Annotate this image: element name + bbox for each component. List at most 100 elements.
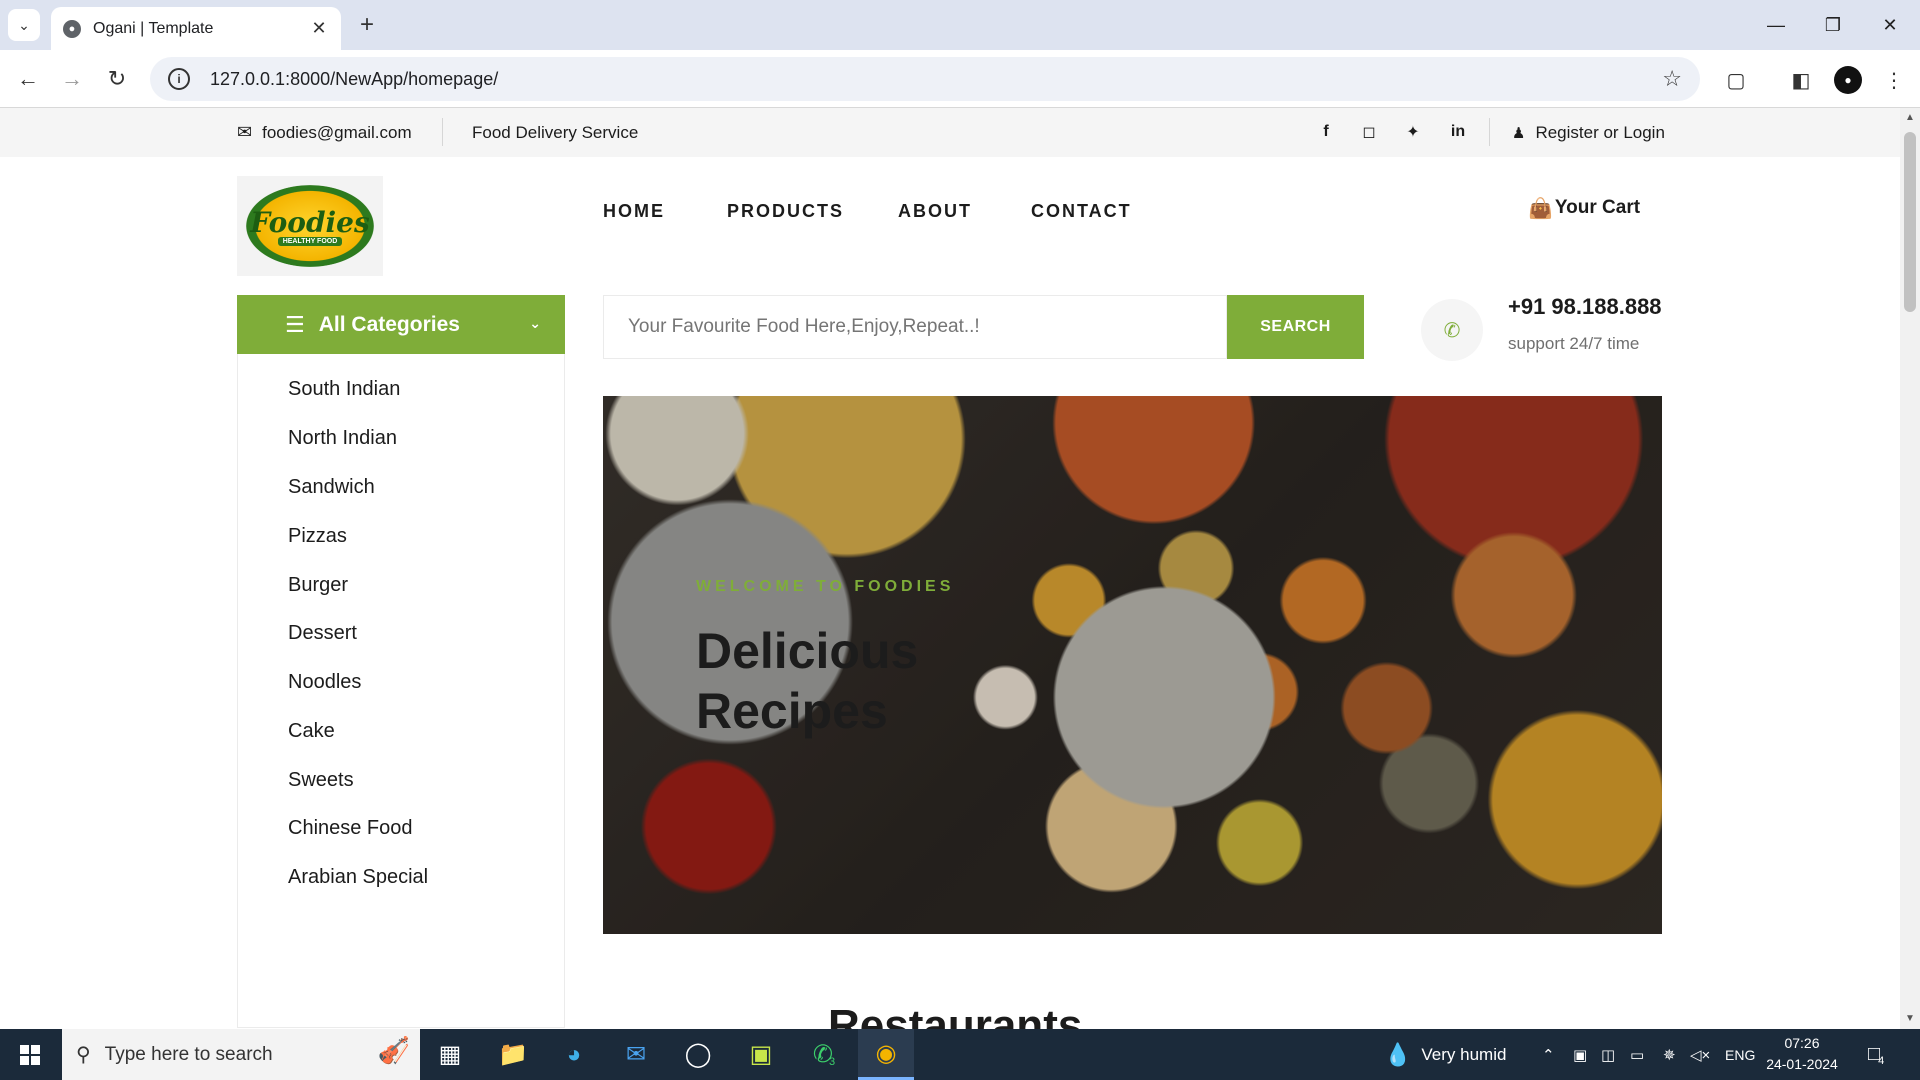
twitter-icon[interactable]: ✦ xyxy=(1401,120,1425,144)
nav-contact[interactable]: CONTACT xyxy=(1031,196,1132,226)
chrome-icon[interactable]: ◉ xyxy=(858,1029,914,1080)
clock[interactable]: 07:26 24-01-2024 xyxy=(1760,1033,1844,1075)
all-categories-label: All Categories xyxy=(318,312,460,336)
scroll-up-arrow-icon[interactable]: ▲ xyxy=(1904,112,1916,124)
linkedin-icon[interactable]: in xyxy=(1446,120,1470,144)
logo-text: Foodies xyxy=(250,206,370,239)
cart-label: Your Cart xyxy=(1554,197,1641,218)
display-icon[interactable]: ◫ xyxy=(1601,1029,1615,1080)
category-item[interactable]: Burger xyxy=(288,570,348,600)
search-button[interactable]: SEARCH xyxy=(1227,295,1364,359)
register-login-label: Register or Login xyxy=(1535,122,1665,142)
header-divider xyxy=(442,118,443,146)
categories-list: South Indian North Indian Sandwich Pizza… xyxy=(237,354,565,1028)
clock-time: 07:26 xyxy=(1784,1035,1820,1051)
page-scrollbar[interactable]: ▲ ▼ xyxy=(1900,108,1920,1029)
profile-avatar-icon[interactable]: ● xyxy=(1834,66,1862,94)
facebook-icon[interactable]: f xyxy=(1314,120,1338,144)
category-item[interactable]: Chinese Food xyxy=(288,813,413,843)
whatsapp-icon[interactable]: ✆ 3 xyxy=(796,1029,852,1080)
windows-taskbar: ⚲ Type here to search 🎻 ▦ 📁 ◕ ✉ ◯ ▣ ✆ 3 ◉… xyxy=(0,1029,1920,1080)
meet-now-icon[interactable]: ▣ xyxy=(1573,1029,1587,1080)
taskbar-search-placeholder: Type here to search xyxy=(104,1043,273,1065)
clock-date: 24-01-2024 xyxy=(1766,1056,1838,1072)
url-text[interactable]: 127.0.0.1:8000/NewApp/homepage/ xyxy=(210,69,1662,90)
browser-menu-icon[interactable]: ⋮ xyxy=(1880,66,1908,94)
battery-icon[interactable]: ▭ xyxy=(1630,1029,1644,1080)
globe-icon: ● xyxy=(63,19,81,38)
edge-browser-icon[interactable]: ◕ xyxy=(546,1029,602,1080)
header-top-bar: ✉ foodies@gmail.com Food Delivery Servic… xyxy=(0,108,1900,157)
search-form xyxy=(603,295,1228,359)
minimize-button[interactable]: — xyxy=(1756,8,1796,42)
forward-button[interactable]: → xyxy=(56,63,88,95)
category-item[interactable]: Dessert xyxy=(288,618,357,648)
weather-widget[interactable]: 💧 Very humid xyxy=(1384,1029,1506,1080)
tab-close-icon[interactable]: ✕ xyxy=(309,18,329,39)
category-item[interactable]: Arabian Special xyxy=(288,862,428,892)
weather-text: Very humid xyxy=(1421,1044,1507,1064)
browser-tab[interactable]: ● Ogani | Template ✕ xyxy=(51,7,341,50)
whatsapp-badge: 3 xyxy=(828,1055,836,1068)
volume-muted-icon[interactable]: ◁× xyxy=(1690,1029,1710,1080)
site-logo[interactable]: Foodies HEALTHY FOOD xyxy=(237,176,383,276)
mail-icon[interactable]: ✉ xyxy=(608,1029,664,1080)
search-input[interactable] xyxy=(604,296,1228,358)
taskbar-search-box[interactable]: ⚲ Type here to search 🎻 xyxy=(62,1029,420,1080)
browser-tab-bar: ⌄ ● Ogani | Template ✕ + — ❐ ✕ xyxy=(0,0,1920,50)
file-explorer-icon[interactable]: 📁 xyxy=(485,1029,541,1080)
header-email: ✉ foodies@gmail.com xyxy=(237,108,412,157)
menu-bars-icon: ☰ xyxy=(285,311,305,337)
nav-about[interactable]: ABOUT xyxy=(898,196,972,226)
support-text: support 24/7 time xyxy=(1508,334,1640,353)
category-item[interactable]: South Indian xyxy=(288,374,400,404)
pycharm-icon[interactable]: ▣ xyxy=(733,1029,789,1080)
show-hidden-icons-chevron-icon[interactable]: ⌃ xyxy=(1542,1029,1555,1080)
all-categories-toggle[interactable]: ☰ All Categories ⌄ xyxy=(237,295,565,354)
site-info-icon[interactable]: i xyxy=(168,68,190,90)
logo-badge: Foodies HEALTHY FOOD xyxy=(246,185,374,267)
category-item[interactable]: Cake xyxy=(288,716,335,746)
dell-icon[interactable]: ◯ xyxy=(670,1029,726,1080)
nav-home[interactable]: HOME xyxy=(603,196,665,226)
category-item[interactable]: Sweets xyxy=(288,765,354,795)
bookmark-star-icon[interactable]: ☆ xyxy=(1662,66,1682,92)
address-bar[interactable]: i 127.0.0.1:8000/NewApp/homepage/ ☆ xyxy=(150,57,1700,101)
side-panel-icon[interactable]: ◧ xyxy=(1787,66,1815,94)
wifi-icon[interactable]: ✵ xyxy=(1663,1029,1676,1080)
category-item[interactable]: North Indian xyxy=(288,423,397,453)
close-window-button[interactable]: ✕ xyxy=(1870,8,1910,42)
language-indicator[interactable]: ENG xyxy=(1725,1029,1755,1080)
scrollbar-thumb[interactable] xyxy=(1904,132,1916,312)
reload-button[interactable]: ↻ xyxy=(101,63,133,95)
violin-doodle-icon: 🎻 xyxy=(377,1035,410,1065)
task-view-icon[interactable]: ▦ xyxy=(422,1029,478,1080)
tab-search-chevron-icon[interactable]: ⌄ xyxy=(8,9,40,41)
tab-title: Ogani | Template xyxy=(93,19,214,37)
back-button[interactable]: ← xyxy=(12,63,44,95)
search-icon: ⚲ xyxy=(76,1044,91,1066)
water-drop-icon: 💧 xyxy=(1384,1041,1412,1067)
logo-subtext: HEALTHY FOOD xyxy=(277,237,343,246)
chevron-down-icon: ⌄ xyxy=(529,315,541,331)
hero-eyebrow: WELCOME TO FOODIES xyxy=(696,578,955,595)
start-button[interactable] xyxy=(0,1029,60,1080)
header-divider xyxy=(1489,118,1490,146)
category-item[interactable]: Pizzas xyxy=(288,521,347,551)
support-phone: +91 98.188.888 xyxy=(1508,294,1662,319)
windows-logo-icon xyxy=(20,1044,40,1065)
category-item[interactable]: Sandwich xyxy=(288,472,375,502)
cart-link[interactable]: 👜 Your Cart xyxy=(1528,190,1640,226)
extensions-icon[interactable]: ▢ xyxy=(1722,66,1750,94)
register-login-link[interactable]: ♟ Register or Login xyxy=(1512,108,1665,157)
notifications-icon[interactable]: □ 4 xyxy=(1868,1029,1884,1080)
shopping-bag-icon: 👜 xyxy=(1528,197,1553,220)
user-icon: ♟ xyxy=(1512,124,1526,142)
restore-button[interactable]: ❐ xyxy=(1813,8,1853,42)
nav-products[interactable]: PRODUCTS xyxy=(727,196,844,226)
new-tab-button[interactable]: + xyxy=(352,10,382,40)
scroll-down-arrow-icon[interactable]: ▼ xyxy=(1904,1013,1916,1025)
category-item[interactable]: Noodles xyxy=(288,667,361,697)
instagram-icon[interactable]: ◻ xyxy=(1357,120,1381,144)
hero-title: Delicious Recipes xyxy=(696,623,919,739)
